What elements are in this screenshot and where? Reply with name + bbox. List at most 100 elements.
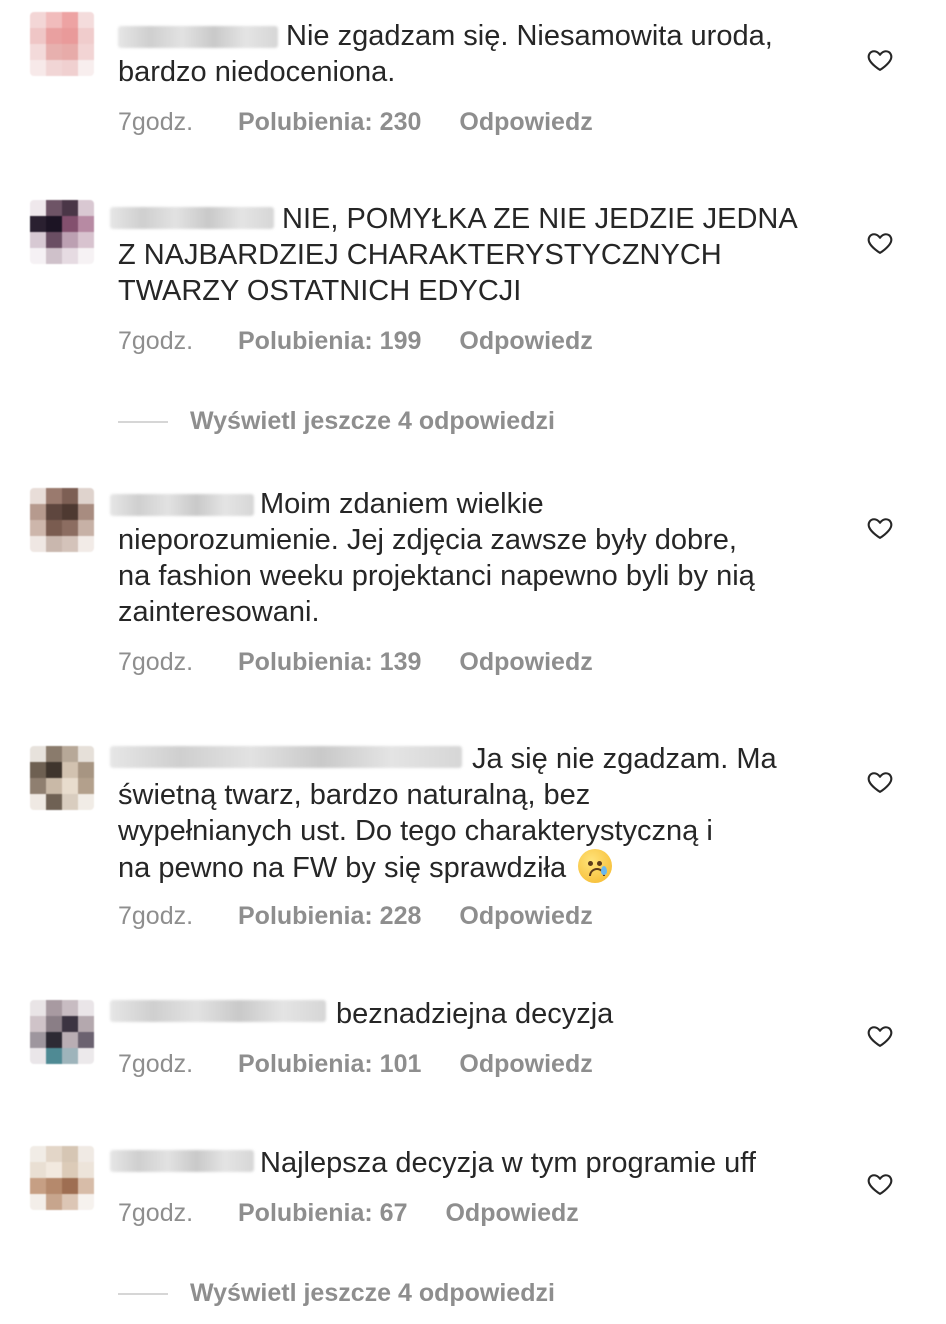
- avatar-pixel: [30, 200, 46, 216]
- avatar-pixel: [46, 1000, 62, 1016]
- avatar-pixel: [78, 1016, 94, 1032]
- comment-text: Nie zgadzam się. Niesamowita uroda, bard…: [118, 20, 773, 88]
- view-more-replies[interactable]: Wyświetl jeszcze 4 odpowiedzi: [118, 407, 555, 436]
- comment-time: 7godz.: [118, 1199, 194, 1227]
- avatar-pixel: [30, 12, 46, 28]
- avatar[interactable]: [30, 1146, 94, 1210]
- heart-outline-icon[interactable]: [866, 1170, 894, 1198]
- avatar-pixel: [30, 1016, 46, 1032]
- avatar-pixel: [46, 762, 62, 778]
- avatar-pixel: [78, 520, 94, 536]
- avatar[interactable]: [30, 488, 94, 552]
- avatar-pixel: [62, 1016, 78, 1032]
- reply-button[interactable]: Odpowiedz: [459, 648, 592, 677]
- avatar-pixel: [30, 504, 46, 520]
- avatar-pixel: [62, 1048, 78, 1064]
- avatar-pixel: [30, 520, 46, 536]
- heart-outline-icon[interactable]: [866, 229, 894, 257]
- avatar-pixel: [30, 28, 46, 44]
- avatar-pixel: [62, 1032, 78, 1048]
- avatar-pixel: [30, 44, 46, 60]
- avatar-pixel: [30, 1032, 46, 1048]
- avatar-pixel: [62, 1194, 78, 1210]
- avatar-pixel: [46, 1194, 62, 1210]
- avatar[interactable]: [30, 746, 94, 810]
- avatar-pixel: [46, 520, 62, 536]
- view-more-label[interactable]: Wyświetl jeszcze 4 odpowiedzi: [190, 1279, 555, 1308]
- avatar-pixel: [78, 1032, 94, 1048]
- avatar-pixel: [62, 536, 78, 552]
- avatar-pixel: [62, 248, 78, 264]
- avatar-pixel: [62, 488, 78, 504]
- avatar-pixel: [30, 232, 46, 248]
- avatar-pixel: [62, 216, 78, 232]
- crying-face-emoji: [578, 849, 613, 883]
- comment-text: Najlepsza decyzja w tym programie uff: [260, 1147, 756, 1179]
- avatar-pixel: [62, 1000, 78, 1016]
- avatar-pixel: [78, 1194, 94, 1210]
- view-more-label[interactable]: Wyświetl jeszcze 4 odpowiedzi: [190, 407, 555, 436]
- avatar-pixel: [78, 200, 94, 216]
- avatar-pixel: [78, 1048, 94, 1064]
- avatar-pixel: [62, 1162, 78, 1178]
- avatar-pixel: [46, 1178, 62, 1194]
- heart-outline-icon[interactable]: [866, 514, 894, 542]
- avatar-pixel: [78, 778, 94, 794]
- reply-button[interactable]: Odpowiedz: [459, 108, 592, 137]
- likes-count[interactable]: Polubienia: 101: [238, 1050, 421, 1079]
- avatar-pixel: [46, 778, 62, 794]
- reply-button[interactable]: Odpowiedz: [459, 902, 592, 931]
- avatar-pixel: [30, 488, 46, 504]
- avatar-pixel: [78, 12, 94, 28]
- likes-count[interactable]: Polubienia: 67: [238, 1199, 407, 1228]
- divider-line: [118, 420, 168, 423]
- avatar-pixel: [30, 60, 46, 76]
- avatar-pixel: [78, 60, 94, 76]
- avatar-pixel: [62, 60, 78, 76]
- avatar-pixel: [62, 1178, 78, 1194]
- avatar-pixel: [62, 504, 78, 520]
- comment-time: 7godz.: [118, 108, 194, 136]
- avatar-pixel: [46, 536, 62, 552]
- avatar-pixel: [30, 794, 46, 810]
- avatar-pixel: [78, 28, 94, 44]
- avatar[interactable]: [30, 200, 94, 264]
- view-more-replies[interactable]: Wyświetl jeszcze 4 odpowiedzi: [118, 1279, 555, 1308]
- avatar-pixel: [62, 12, 78, 28]
- reply-button[interactable]: Odpowiedz: [445, 1199, 578, 1228]
- avatar-pixel: [46, 60, 62, 76]
- heart-outline-icon[interactable]: [866, 46, 894, 74]
- avatar-pixel: [30, 1048, 46, 1064]
- comment-meta: 7godz. Polubienia: 228 Odpowiedz: [118, 902, 593, 931]
- comment-time: 7godz.: [118, 648, 194, 676]
- avatar-pixel: [46, 200, 62, 216]
- avatar-pixel: [78, 1146, 94, 1162]
- comment-text: Ja się nie zgadzam. Ma świetną twarz, ba…: [118, 741, 838, 886]
- avatar-pixel: [62, 520, 78, 536]
- avatar-pixel: [78, 504, 94, 520]
- avatar-pixel: [46, 746, 62, 762]
- avatar[interactable]: [30, 1000, 94, 1064]
- avatar-pixel: [78, 488, 94, 504]
- reply-button[interactable]: Odpowiedz: [459, 327, 592, 356]
- likes-count[interactable]: Polubienia: 139: [238, 648, 421, 677]
- avatar-pixel: [46, 28, 62, 44]
- avatar-pixel: [62, 778, 78, 794]
- reply-button[interactable]: Odpowiedz: [459, 1050, 592, 1079]
- avatar-pixel: [62, 1146, 78, 1162]
- avatar-pixel: [30, 216, 46, 232]
- avatar-pixel: [62, 200, 78, 216]
- likes-count[interactable]: Polubienia: 230: [238, 108, 421, 137]
- avatar-pixel: [78, 536, 94, 552]
- likes-count[interactable]: Polubienia: 199: [238, 327, 421, 356]
- avatar[interactable]: [30, 12, 94, 76]
- likes-count[interactable]: Polubienia: 228: [238, 902, 421, 931]
- divider-line: [118, 1292, 168, 1295]
- avatar-pixel: [46, 1146, 62, 1162]
- comment-time: 7godz.: [118, 1050, 194, 1078]
- avatar-pixel: [30, 1146, 46, 1162]
- avatar-pixel: [46, 1016, 62, 1032]
- heart-outline-icon[interactable]: [866, 768, 894, 796]
- avatar-pixel: [78, 232, 94, 248]
- heart-outline-icon[interactable]: [866, 1022, 894, 1050]
